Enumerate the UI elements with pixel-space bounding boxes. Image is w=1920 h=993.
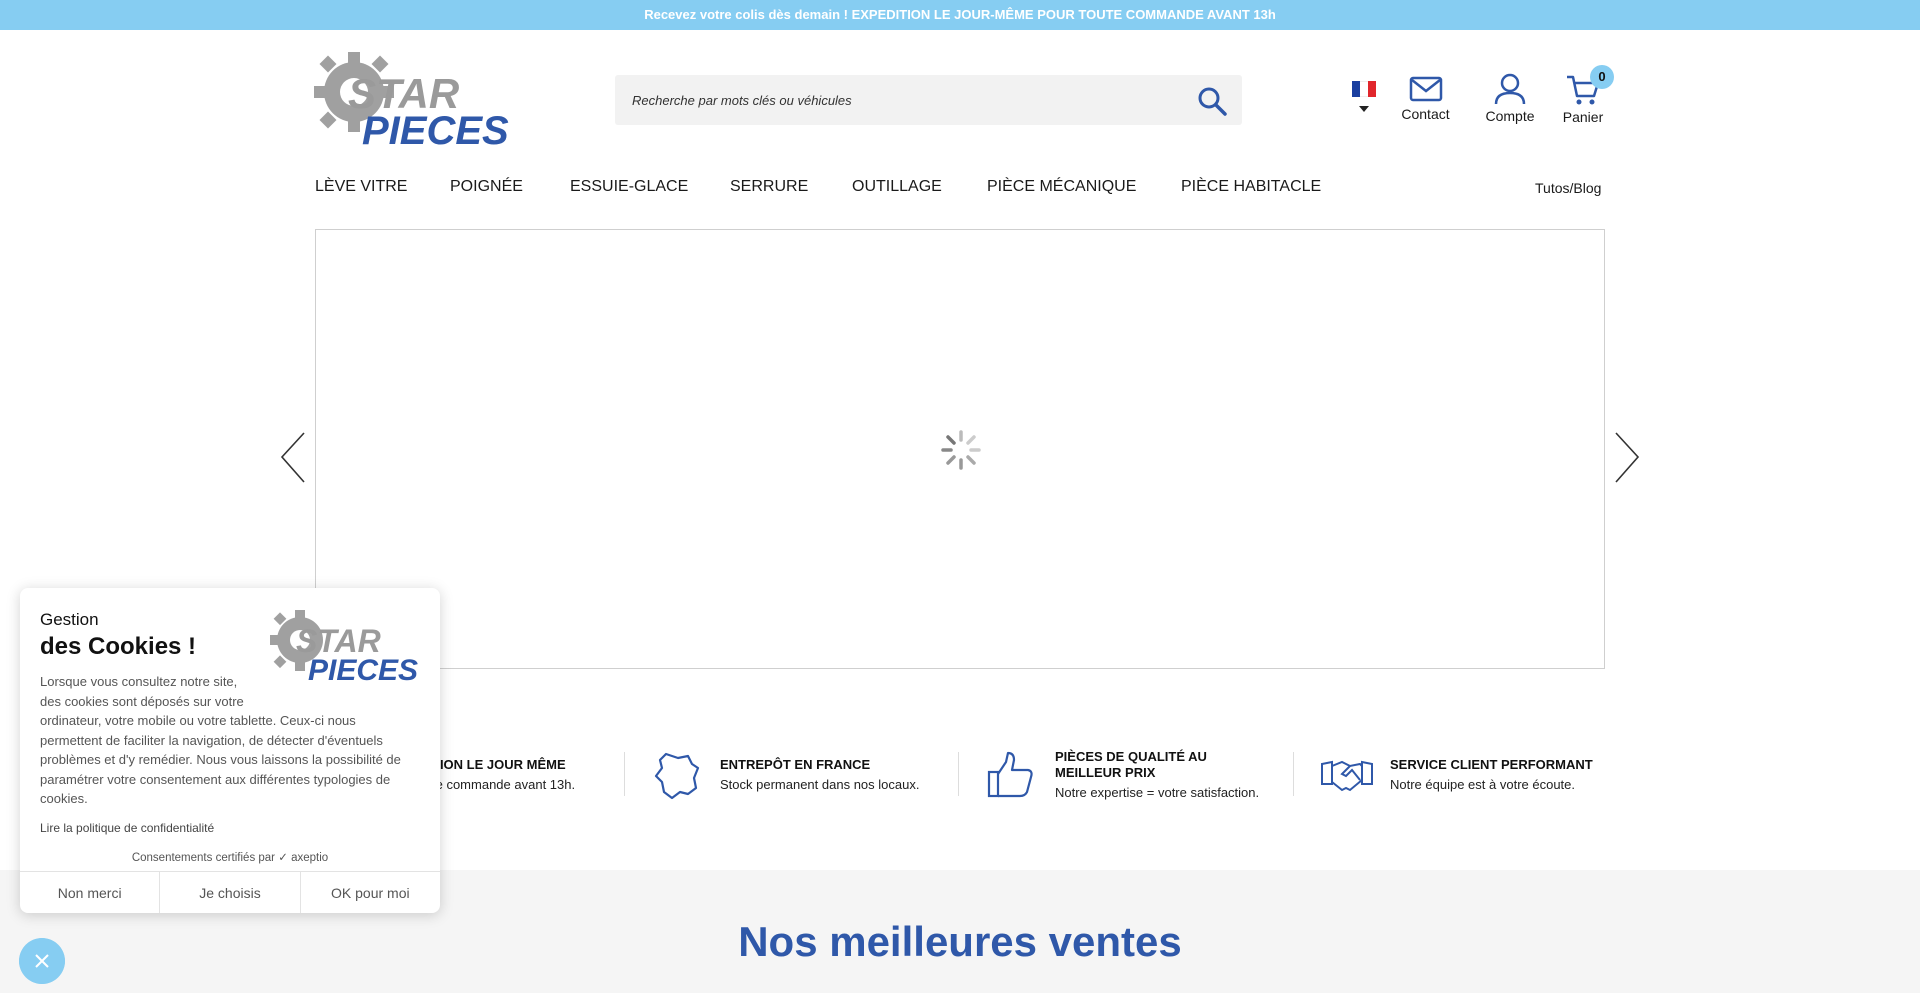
main-nav: LÈVE VITRE POIGNÉE ESSUIE-GLACE SERRURE … [0, 178, 1920, 198]
cart-label: Panier [1562, 109, 1604, 125]
feature-title: SERVICE CLIENT PERFORMANT [1390, 757, 1593, 772]
language-flag-fr[interactable] [1352, 81, 1376, 97]
handshake-icon [1321, 760, 1373, 792]
contact-label: Contact [1401, 106, 1450, 122]
feature-quality: PIÈCES DE QUALITÉ AU MEILLEUR PRIX Notre… [985, 748, 1285, 804]
thumbs-up-icon [987, 751, 1033, 798]
cookie-text-line: ordinateur, votre mobile ou votre tablet… [40, 713, 356, 728]
nav-item-piece-habitacle[interactable]: PIÈCE HABITACLE [1181, 178, 1321, 196]
feature-title-line2: MEILLEUR PRIX [1055, 765, 1156, 780]
feature-title: TION LE JOUR MÊME [432, 757, 566, 772]
search-input[interactable] [615, 75, 1175, 125]
feature-subtitle: Notre expertise = votre satisfaction. [1055, 785, 1260, 800]
privacy-policy-link[interactable]: Lire la politique de confidentialité [40, 821, 214, 835]
envelope-icon [1409, 76, 1442, 102]
axeptio-brand: axeptio [291, 852, 329, 864]
cookie-accept-button[interactable]: OK pour moi [301, 872, 440, 913]
feature-customer-service: SERVICE CLIENT PERFORMANT Notre équipe e… [1318, 748, 1618, 804]
account-link[interactable]: Compte [1480, 73, 1540, 124]
cookie-text-line: cookies. [40, 791, 88, 806]
divider [624, 752, 625, 796]
language-caret-icon[interactable] [1359, 106, 1369, 112]
feature-warehouse: ENTREPÔT EN FRANCE Stock permanent dans … [650, 748, 950, 804]
best-sellers-title: Nos meilleures ventes [738, 918, 1182, 965]
account-label: Compte [1485, 108, 1535, 124]
search-icon[interactable] [1197, 86, 1227, 116]
axeptio-check-icon: ✓ [278, 852, 288, 864]
announcement-bar: Recevez votre colis dès demain ! EXPEDIT… [0, 0, 1920, 30]
svg-text:PIECES: PIECES [362, 109, 509, 148]
divider [958, 752, 959, 796]
contact-link[interactable]: Contact [1398, 75, 1453, 122]
cookie-reject-button[interactable]: Non merci [20, 872, 161, 913]
nav-item-blog[interactable]: Tutos/Blog [1535, 180, 1601, 196]
loading-spinner-icon [941, 430, 981, 470]
france-map-icon [654, 752, 700, 800]
nav-item-leve-vitre[interactable]: LÈVE VITRE [315, 178, 407, 196]
cookie-buttons: Non merci Je choisis OK pour moi [20, 871, 440, 913]
cookie-text-line: Lorsque vous consultez notre site, [40, 674, 238, 689]
divider [1293, 752, 1294, 796]
cookie-title-line1: Gestion [40, 610, 99, 629]
user-icon [1494, 73, 1526, 105]
cookie-text-line: problèmes et d'y remédier. Nous vous lai… [40, 752, 401, 767]
cookie-text-line: paramétrer votre consentement aux différ… [40, 771, 391, 787]
certified-label: Consentements certifiés par [131, 852, 276, 864]
nav-item-piece-mecanique[interactable]: PIÈCE MÉCANIQUE [987, 178, 1136, 196]
cookie-text-line: des cookies sont déposés sur votre [40, 693, 244, 709]
axeptio-certification: Consentements certifiés par ✓ axeptio [20, 850, 440, 864]
nav-item-outillage[interactable]: OUTILLAGE [852, 178, 942, 196]
star-pieces-logo[interactable]: STAR PIECES [314, 50, 509, 148]
cookie-description: Lorsque vous consultez notre site, des c… [40, 672, 420, 809]
nav-item-serrure[interactable]: SERRURE [730, 178, 808, 196]
cookie-close-icon[interactable] [19, 938, 65, 984]
cookie-choose-button[interactable]: Je choisis [160, 872, 301, 913]
search-bar [615, 75, 1242, 125]
feature-subtitle: Notre équipe est à votre écoute. [1390, 777, 1576, 792]
nav-item-essuie-glace[interactable]: ESSUIE-GLACE [570, 178, 688, 196]
cookie-title-line2: des Cookies ! [40, 633, 197, 660]
hero-slider[interactable] [315, 229, 1605, 669]
nav-item-poignee[interactable]: POIGNÉE [450, 178, 523, 196]
slider-prev-arrow-icon[interactable] [278, 430, 308, 485]
slider-next-arrow-icon[interactable] [1612, 430, 1642, 485]
cookie-consent-modal: Gestion des Cookies ! STAR PIECES Lorsqu… [20, 588, 440, 913]
cookie-text-line: permettent de faciliter la navigation, d… [40, 732, 383, 748]
feature-title: ENTREPÔT EN FRANCE [720, 757, 871, 772]
feature-subtitle: te commande avant 13h. [432, 777, 576, 792]
cart-count-badge: 0 [1590, 65, 1614, 89]
feature-title: PIÈCES DE QUALITÉ AU [1055, 749, 1207, 764]
feature-subtitle: Stock permanent dans nos locaux. [720, 777, 920, 792]
